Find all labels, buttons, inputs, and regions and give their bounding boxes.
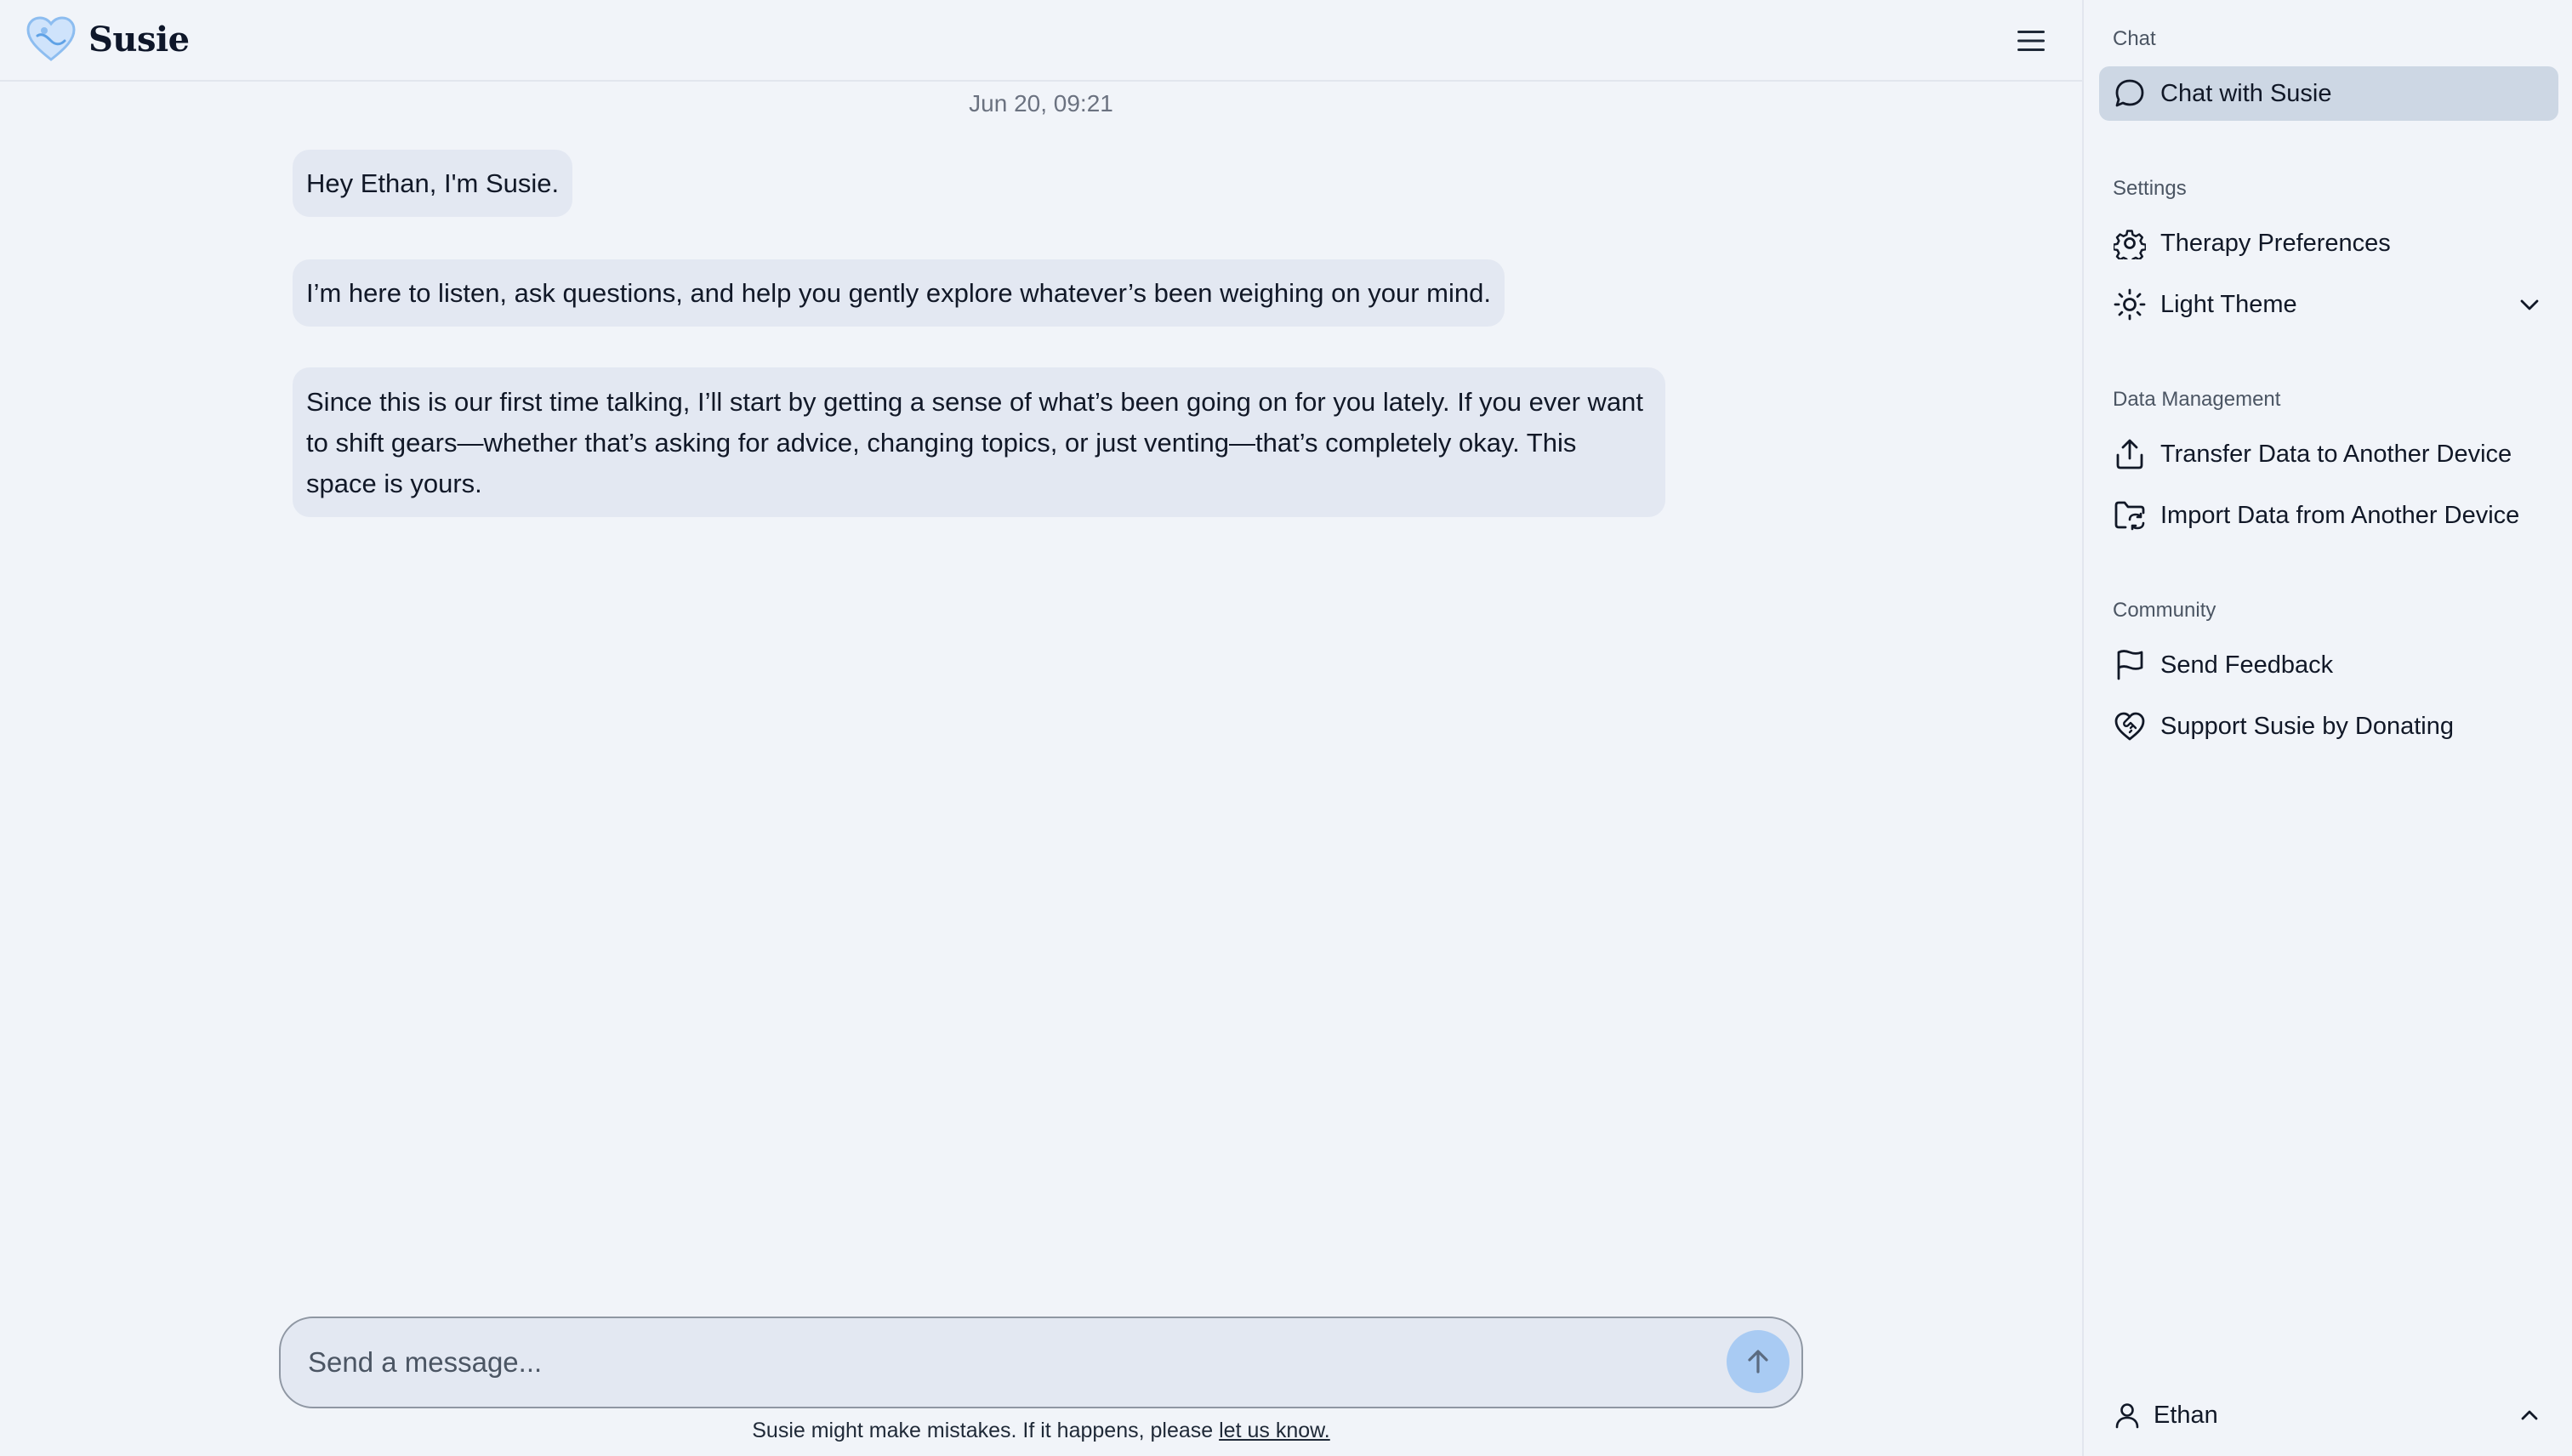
disclaimer: Susie might make mistakes. If it happens…: [0, 1419, 2082, 1443]
sidebar-item-send-feedback[interactable]: Send Feedback: [2099, 638, 2558, 692]
app-window: Susie Jun 20, 09:21 Hey Ethan, I'm Susie…: [0, 0, 2572, 1456]
sidebar-item-label: Therapy Preferences: [2160, 229, 2391, 257]
user-menu[interactable]: Ethan: [2099, 1388, 2558, 1442]
assistant-message: Since this is our first time talking, I’…: [293, 367, 1665, 517]
assistant-message: Hey Ethan, I'm Susie.: [293, 150, 573, 217]
sidebar-item-chat-with-susie[interactable]: Chat with Susie: [2099, 66, 2558, 121]
sidebar-item-label: Import Data from Another Device: [2160, 501, 2520, 529]
top-bar: Susie: [0, 0, 2082, 82]
chat-main: Susie Jun 20, 09:21 Hey Ethan, I'm Susie…: [0, 0, 2082, 1456]
upload-icon: [2113, 437, 2147, 471]
chevron-down-icon: [2520, 299, 2539, 310]
menu-button[interactable]: [2012, 22, 2050, 60]
sidebar-item-label: Chat with Susie: [2160, 79, 2332, 107]
sidebar: Chat Chat with Susie Settings Therapy Pr…: [2082, 0, 2572, 1456]
heart-logo-icon: [26, 16, 76, 61]
sidebar-item-therapy-preferences[interactable]: Therapy Preferences: [2099, 216, 2558, 270]
sidebar-item-light-theme[interactable]: Light Theme: [2099, 277, 2558, 332]
chat-bubble-icon: [2113, 77, 2147, 111]
message-timestamp: Jun 20, 09:21: [969, 90, 1113, 117]
disclaimer-text: Susie might make mistakes. If it happens…: [752, 1419, 1220, 1442]
message-input[interactable]: [308, 1342, 1703, 1383]
send-button[interactable]: [1727, 1330, 1790, 1393]
assistant-message: I’m here to listen, ask questions, and h…: [293, 259, 1505, 327]
arrow-up-icon: [1748, 1350, 1768, 1374]
sidebar-item-label: Send Feedback: [2160, 651, 2334, 679]
sidebar-item-support-donating[interactable]: Support Susie by Donating: [2099, 699, 2558, 754]
app-name: Susie: [88, 19, 190, 60]
message-composer: [279, 1317, 1803, 1408]
sun-icon: [2113, 287, 2147, 321]
folder-sync-icon: [2113, 498, 2147, 532]
sidebar-item-label: Light Theme: [2160, 290, 2297, 318]
hamburger-menu-icon: [2017, 31, 2045, 51]
section-label-data-management: Data Management: [2113, 388, 2281, 411]
sidebar-item-transfer-data[interactable]: Transfer Data to Another Device: [2099, 427, 2558, 481]
flag-icon: [2113, 648, 2147, 682]
app-logo[interactable]: Susie: [26, 15, 190, 63]
sidebar-item-label: Transfer Data to Another Device: [2160, 440, 2512, 468]
section-label-settings: Settings: [2113, 177, 2187, 200]
user-name: Ethan: [2154, 1401, 2218, 1429]
chevron-up-icon: [2521, 1410, 2538, 1420]
feedback-link[interactable]: let us know.: [1219, 1419, 1330, 1442]
user-icon: [2113, 1401, 2142, 1430]
section-label-chat: Chat: [2113, 27, 2156, 50]
heart-handshake-icon: [2113, 709, 2147, 743]
gear-icon: [2113, 226, 2147, 260]
sidebar-item-label: Support Susie by Donating: [2160, 712, 2454, 740]
section-label-community: Community: [2113, 599, 2216, 622]
sidebar-item-import-data[interactable]: Import Data from Another Device: [2099, 488, 2558, 543]
